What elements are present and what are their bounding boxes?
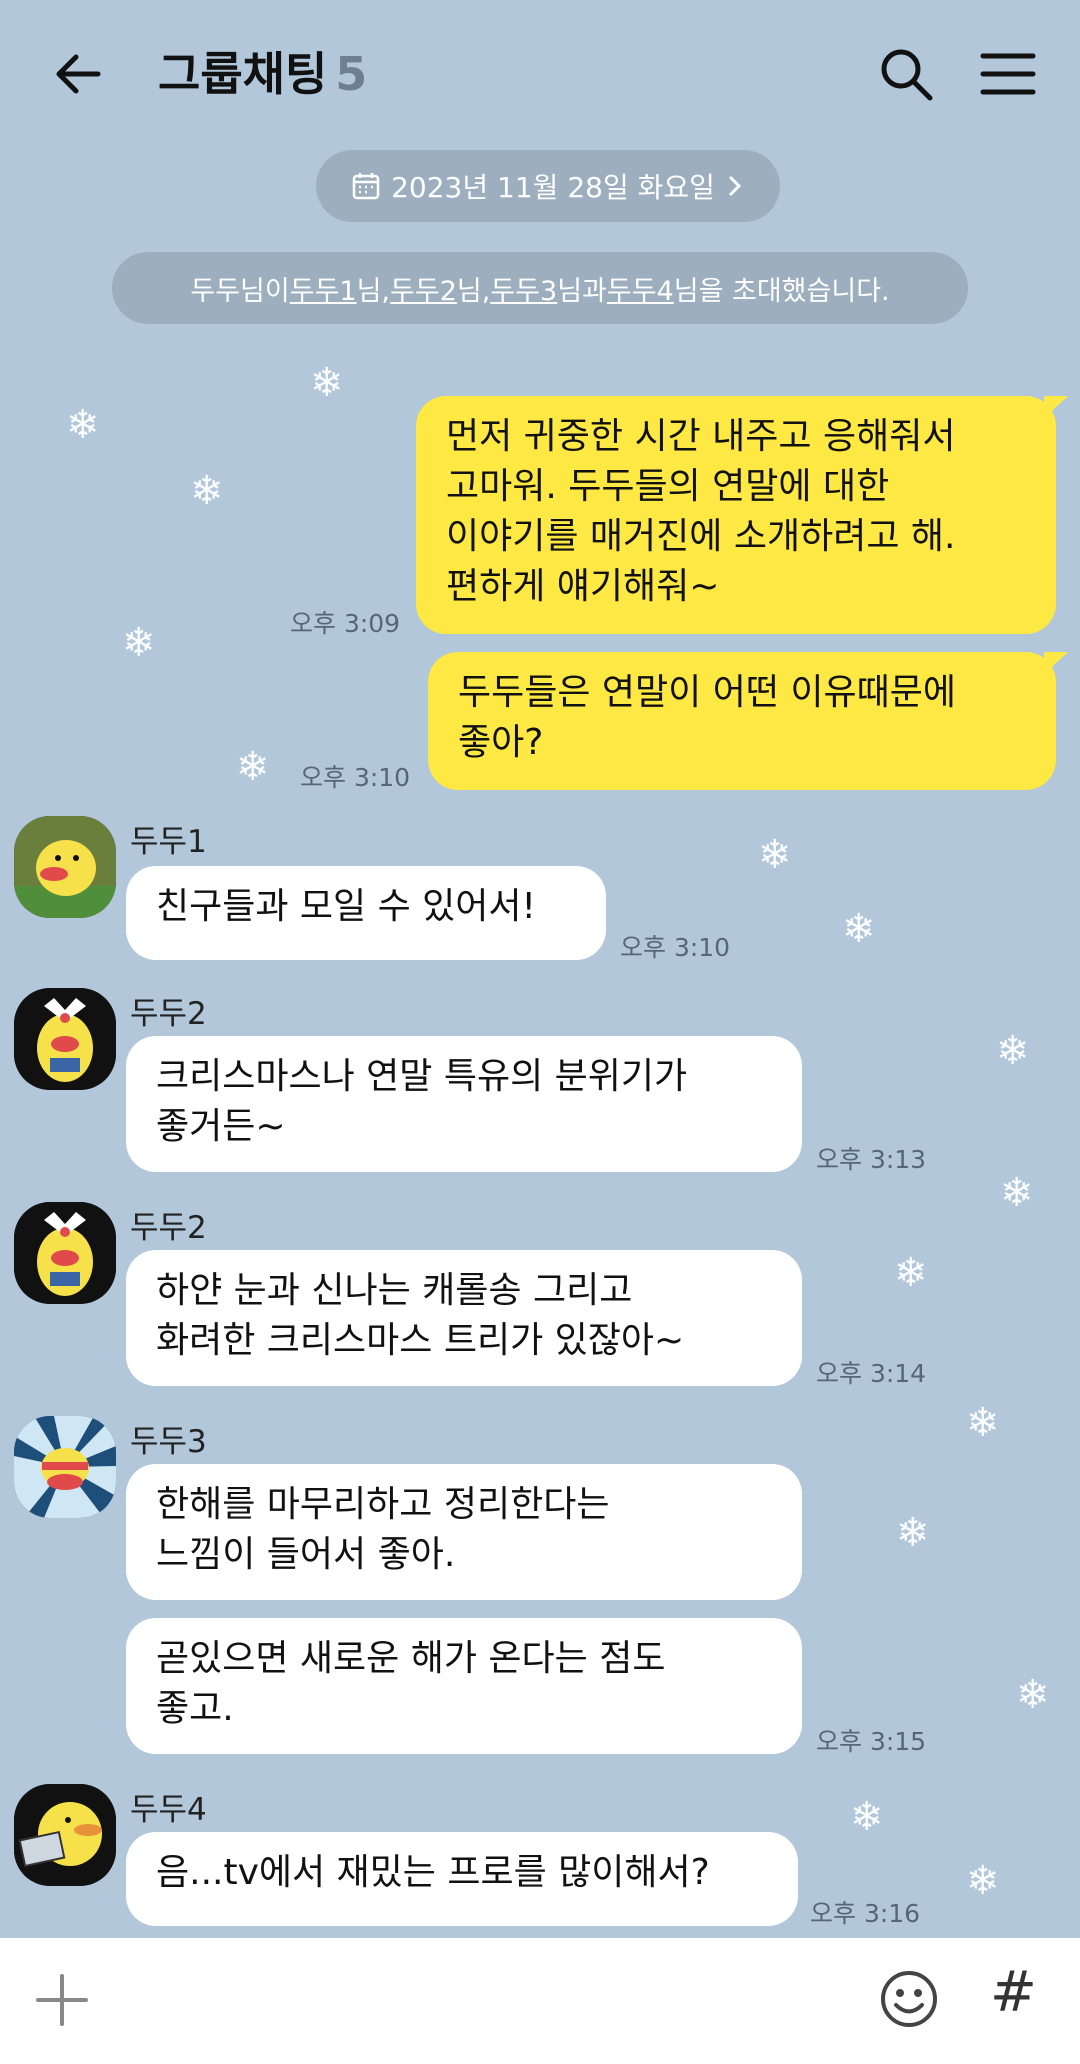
message-input-bar: #: [0, 1938, 1080, 2064]
inviter-name: 두두: [190, 275, 241, 307]
message-time: 오후 3:09: [290, 609, 401, 638]
snowflake-icon: ❄: [896, 1510, 930, 1556]
calendar-icon: [352, 173, 380, 200]
search-icon: [881, 49, 933, 101]
snowflake-icon: ❄: [966, 1400, 1000, 1446]
menu-icon: [980, 53, 1036, 95]
chat-title-text: 그룹채팅: [158, 47, 328, 101]
snowflake-icon: ❄: [758, 832, 792, 878]
system-text: 님,: [456, 275, 491, 307]
message-time: 오후 3:10: [620, 933, 731, 962]
invitee-link[interactable]: 두두3: [490, 269, 557, 308]
message-time: 오후 3:10: [300, 763, 411, 792]
message-time: 오후 3:13: [816, 1145, 927, 1174]
message-time: 오후 3:16: [810, 1899, 921, 1928]
menu-button[interactable]: [980, 44, 1036, 104]
snowflake-icon: ❄: [996, 1028, 1030, 1074]
snowflake-icon: ❄: [236, 744, 270, 790]
avatar[interactable]: [14, 1784, 116, 1886]
search-button[interactable]: [876, 44, 936, 104]
system-text: 님과: [557, 275, 607, 307]
snowflake-icon: ❄: [190, 468, 224, 514]
system-text: 님이: [240, 275, 290, 307]
chat-header: 그룹채팅 5: [0, 0, 1080, 150]
chat-title: 그룹채팅 5: [158, 44, 367, 104]
snowflake-icon: ❄: [1000, 1170, 1034, 1216]
snowflake-icon: ❄: [122, 620, 156, 666]
avatar[interactable]: [14, 988, 116, 1090]
sender-name: 두두3: [130, 1424, 207, 1460]
sender-name: 두두4: [130, 1792, 207, 1828]
back-arrow-icon: [56, 54, 101, 94]
sender-name: 두두2: [130, 996, 207, 1032]
snowflake-icon: ❄: [850, 1794, 884, 1840]
system-message: 두두 님이 두두1 님, 두두2 님, 두두3 님과 두두4 님을 초대했습니다.: [112, 252, 968, 324]
chevron-right-icon: [729, 176, 742, 196]
bubble-tail: [1044, 652, 1068, 674]
date-divider-text: 2023년 11월 28일 화요일: [391, 171, 715, 204]
avatar[interactable]: [14, 816, 116, 918]
snowflake-icon: ❄: [842, 906, 876, 952]
snowflake-icon: ❄: [66, 402, 100, 448]
plus-icon: [36, 1974, 88, 2026]
snowflake-icon: ❄: [1016, 1672, 1050, 1718]
invitee-link[interactable]: 두두1: [290, 269, 357, 308]
hash-icon: #: [990, 1960, 1037, 2025]
invitee-link[interactable]: 두두4: [607, 269, 674, 308]
my-message-bubble[interactable]: 먼저 귀중한 시간 내주고 응해줘서 고마워. 두두들의 연말에 대한 이야기를…: [416, 396, 1056, 634]
snowflake-icon: ❄: [894, 1250, 928, 1296]
avatar[interactable]: [14, 1202, 116, 1304]
back-button[interactable]: [48, 44, 108, 104]
snowflake-icon: ❄: [310, 360, 344, 406]
emoji-icon: [881, 1971, 937, 2027]
message-bubble[interactable]: 크리스마스나 연말 특유의 분위기가 좋거든~: [126, 1036, 802, 1172]
hash-button[interactable]: #: [990, 1960, 1037, 2025]
sender-name: 두두1: [130, 824, 207, 860]
system-text: 님,: [356, 275, 391, 307]
message-bubble[interactable]: 곧있으면 새로운 해가 온다는 점도 좋고.: [126, 1618, 802, 1754]
date-divider[interactable]: 2023년 11월 28일 화요일: [316, 150, 780, 222]
message-bubble[interactable]: 음...tv에서 재밌는 프로를 많이해서?: [126, 1832, 798, 1926]
sender-name: 두두2: [130, 1210, 207, 1246]
my-message-bubble[interactable]: 두두들은 연말이 어떤 이유때문에 좋아?: [428, 652, 1056, 790]
message-time: 오후 3:14: [816, 1359, 927, 1388]
invitee-link[interactable]: 두두2: [390, 269, 457, 308]
attach-button[interactable]: [30, 1968, 94, 2032]
message-time: 오후 3:15: [816, 1727, 927, 1756]
bubble-tail: [1044, 396, 1068, 418]
message-bubble[interactable]: 하얀 눈과 신나는 캐롤송 그리고 화려한 크리스마스 트리가 있잖아~: [126, 1250, 802, 1386]
member-count: 5: [335, 47, 368, 101]
emoticon-button[interactable]: [878, 1968, 940, 2030]
message-bubble[interactable]: 친구들과 모일 수 있어서!: [126, 866, 606, 960]
snowflake-icon: ❄: [966, 1858, 1000, 1904]
system-text: 님을 초대했습니다.: [673, 275, 890, 307]
avatar[interactable]: [14, 1416, 116, 1518]
message-bubble[interactable]: 한해를 마무리하고 정리한다는 느낌이 들어서 좋아.: [126, 1464, 802, 1600]
